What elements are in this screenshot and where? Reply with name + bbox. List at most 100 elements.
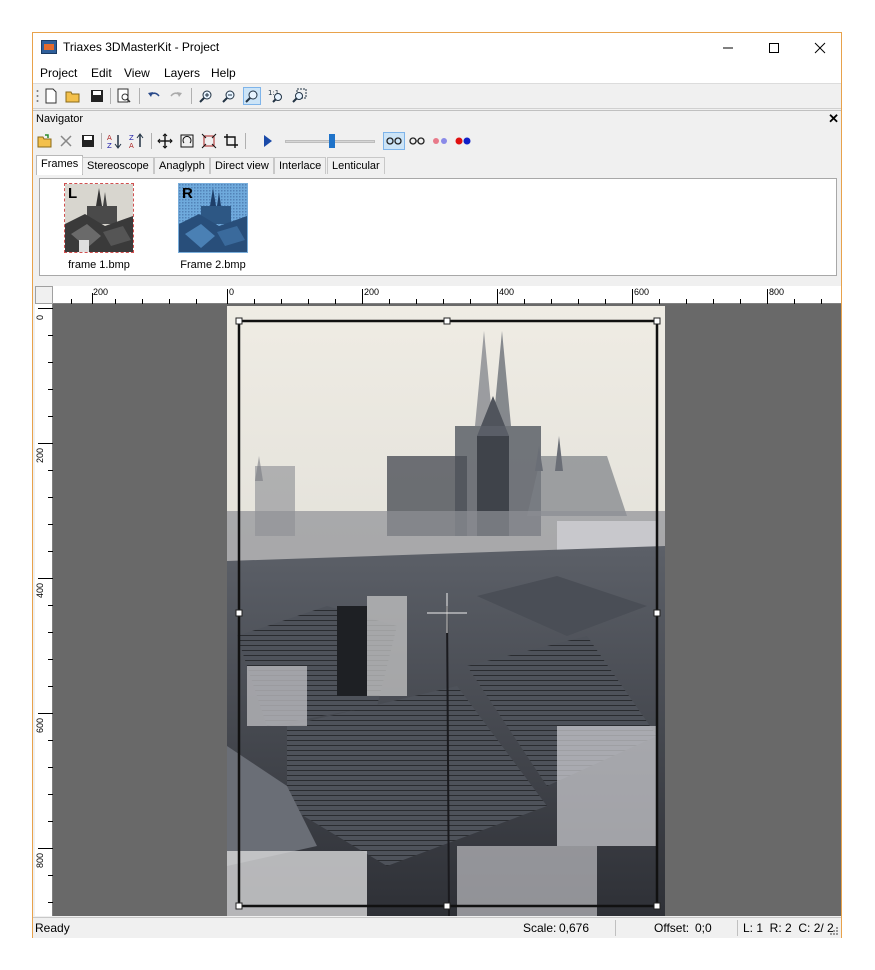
zoom-actual-button[interactable]: 1:1 bbox=[267, 87, 285, 105]
zoom-actual-icon: 1:1 bbox=[268, 89, 282, 103]
stereo-glasses-icon bbox=[386, 137, 402, 145]
scale-tool-button[interactable] bbox=[200, 132, 218, 150]
svg-text:A: A bbox=[107, 134, 112, 142]
zoom-in-icon bbox=[199, 90, 212, 103]
horizontal-ruler: 200 0 200 400 600 800 bbox=[53, 286, 841, 304]
offset-value: 0;0 bbox=[695, 921, 712, 935]
svg-text:Z: Z bbox=[129, 134, 134, 142]
anaglyph-button[interactable] bbox=[452, 132, 474, 150]
crop-icon bbox=[224, 134, 238, 148]
sort-ascending-button[interactable]: AZ bbox=[106, 132, 124, 150]
redo-button[interactable] bbox=[167, 87, 185, 105]
play-button[interactable] bbox=[259, 132, 277, 150]
title-bar: Triaxes 3DMasterKit - Project bbox=[33, 33, 841, 63]
sort-ascending-icon: AZ bbox=[107, 134, 122, 149]
rotate-tool-button[interactable] bbox=[178, 132, 196, 150]
frame-right-letter: R bbox=[182, 185, 193, 202]
toolbar-grip[interactable] bbox=[35, 87, 39, 105]
new-file-icon bbox=[45, 88, 57, 104]
vertical-ruler: 0 200 400 600 800 bbox=[35, 304, 53, 916]
close-button[interactable] bbox=[797, 33, 843, 63]
crop-tool-button[interactable] bbox=[222, 132, 240, 150]
vruler-label-2: 200 bbox=[35, 447, 45, 463]
zoom-out-button[interactable] bbox=[220, 87, 238, 105]
menu-layers[interactable]: Layers bbox=[164, 66, 200, 80]
navigator-title: Navigator bbox=[36, 113, 84, 125]
rotate-icon bbox=[180, 134, 194, 148]
frame-thumbnail-left[interactable]: L bbox=[64, 183, 134, 253]
open-button[interactable] bbox=[64, 87, 82, 105]
move-icon bbox=[157, 133, 173, 149]
hruler-label-3: 200 bbox=[364, 287, 380, 297]
zoom-fit-button[interactable] bbox=[243, 87, 261, 105]
workspace-canvas[interactable] bbox=[53, 304, 841, 916]
tab-stereoscope[interactable]: Stereoscope bbox=[82, 157, 154, 174]
minimize-button[interactable] bbox=[705, 33, 751, 63]
stereo-image[interactable] bbox=[227, 306, 665, 916]
zoom-area-icon bbox=[292, 88, 307, 103]
sort-descending-icon: ZA bbox=[129, 133, 144, 149]
slider-thumb[interactable] bbox=[329, 134, 335, 148]
delete-icon bbox=[60, 135, 72, 147]
zoom-area-button[interactable] bbox=[290, 87, 308, 105]
open-folder-icon bbox=[37, 134, 52, 148]
zoom-out-icon bbox=[222, 90, 235, 103]
navigator-close-icon[interactable]: ✕ bbox=[828, 111, 839, 127]
menu-view[interactable]: View bbox=[124, 66, 150, 80]
new-file-button[interactable] bbox=[42, 87, 60, 105]
scale-label: Scale: bbox=[523, 921, 557, 935]
zoom-in-button[interactable] bbox=[197, 87, 215, 105]
vruler-label-1: 0 bbox=[35, 314, 45, 320]
hruler-label-2: 0 bbox=[229, 287, 235, 297]
menu-help[interactable]: Help bbox=[211, 66, 236, 80]
menu-edit[interactable]: Edit bbox=[91, 66, 112, 80]
hruler-label-6: 800 bbox=[769, 287, 785, 297]
undo-icon bbox=[148, 92, 160, 97]
stereo-view-button[interactable] bbox=[383, 132, 405, 150]
animation-speed-slider[interactable] bbox=[285, 134, 375, 148]
maximize-button[interactable] bbox=[751, 33, 797, 63]
navigator-toolbar: AZ ZA bbox=[33, 129, 841, 151]
print-preview-button[interactable] bbox=[115, 87, 133, 105]
save-icon bbox=[91, 90, 103, 102]
sort-descending-button[interactable]: ZA bbox=[128, 132, 146, 150]
navigator-header: Navigator ✕ bbox=[33, 110, 841, 130]
scale-icon bbox=[201, 133, 217, 149]
undo-button[interactable] bbox=[145, 87, 163, 105]
anaglyph-light-button[interactable] bbox=[429, 132, 451, 150]
menu-bar: Project Edit View Layers Help bbox=[33, 63, 841, 84]
tab-lenticular[interactable]: Lenticular bbox=[327, 157, 385, 174]
open-folder-icon bbox=[65, 91, 80, 103]
main-toolbar: 1:1 bbox=[33, 84, 841, 109]
tab-anaglyph[interactable]: Anaglyph bbox=[154, 157, 210, 174]
cross-view-button[interactable] bbox=[406, 132, 428, 150]
move-tool-button[interactable] bbox=[156, 132, 174, 150]
vruler-label-4: 600 bbox=[35, 717, 45, 733]
status-text: Ready bbox=[35, 921, 70, 935]
close-icon bbox=[814, 42, 826, 54]
play-icon bbox=[264, 135, 272, 147]
frame-right-label: Frame 2.bmp bbox=[180, 259, 246, 271]
delete-frame-button[interactable] bbox=[57, 132, 75, 150]
vruler-label-3: 400 bbox=[35, 582, 45, 598]
anaglyph-icon bbox=[455, 137, 471, 145]
app-window: Triaxes 3DMasterKit - Project Project Ed… bbox=[32, 32, 842, 938]
hruler-label-4: 400 bbox=[499, 287, 515, 297]
tab-frames[interactable]: Frames bbox=[36, 155, 84, 175]
resize-grip-icon[interactable] bbox=[829, 926, 839, 936]
menu-project[interactable]: Project bbox=[40, 66, 77, 80]
print-preview-icon bbox=[117, 88, 131, 103]
save-frame-button[interactable] bbox=[79, 132, 97, 150]
tab-direct-view[interactable]: Direct view bbox=[210, 157, 274, 174]
frame-left-letter: L bbox=[68, 185, 78, 202]
add-frames-button[interactable] bbox=[36, 132, 54, 150]
hruler-label-1: 200 bbox=[93, 287, 109, 297]
tab-interlace[interactable]: Interlace bbox=[274, 157, 327, 174]
vruler-label-5: 800 bbox=[35, 852, 45, 868]
view-tabs: Frames Stereoscope Anaglyph Direct view … bbox=[33, 155, 841, 175]
hruler-label-5: 600 bbox=[634, 287, 650, 297]
frame-thumbnail-right[interactable]: R bbox=[178, 183, 248, 253]
save-button[interactable] bbox=[88, 87, 106, 105]
status-bar: Ready Scale: 0,676 Offset: 0;0 L: 1 R: 2… bbox=[33, 917, 841, 938]
redo-icon bbox=[170, 92, 182, 97]
